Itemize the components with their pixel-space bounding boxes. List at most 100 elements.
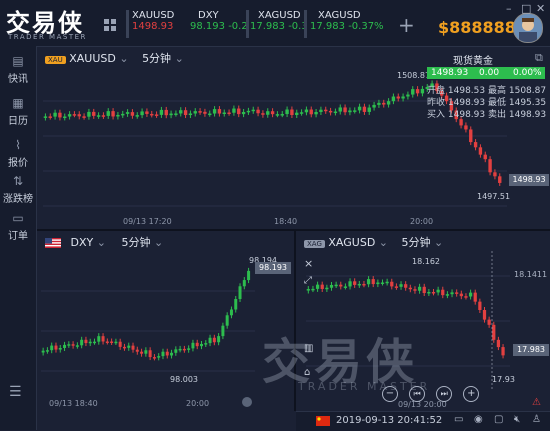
candle xyxy=(75,342,79,349)
candle xyxy=(483,151,487,163)
candle xyxy=(53,109,57,120)
candle xyxy=(422,283,426,297)
sidebar-item-ranking[interactable]: ⇅ 涨跌榜 xyxy=(0,174,36,205)
news-icon: ▤ xyxy=(12,54,24,68)
candle xyxy=(266,108,270,118)
candle xyxy=(225,312,229,329)
candle xyxy=(314,109,318,118)
candle xyxy=(315,281,320,292)
ranking-icon: ⇅ xyxy=(12,174,24,188)
ticker-divider xyxy=(126,10,129,38)
app-logo-subtitle: TRADER MASTER xyxy=(8,33,87,41)
ticker-symbol: XAGUSD xyxy=(258,10,301,21)
candle xyxy=(468,289,473,300)
info-label: 卖出 xyxy=(487,110,506,120)
ticker-xagusd[interactable]: XAGUSD 17.983 -0.3 xyxy=(250,10,308,40)
mute-icon[interactable]: 🔇︎ xyxy=(514,414,520,425)
candle xyxy=(247,267,251,284)
candle xyxy=(131,342,135,353)
candle xyxy=(221,322,225,340)
time-label: 20:00 xyxy=(410,217,434,226)
candle xyxy=(93,338,96,345)
menu-icon[interactable]: ☰ xyxy=(9,384,22,400)
forward-button[interactable]: ⏭ xyxy=(436,386,453,402)
candle xyxy=(270,108,275,118)
candle xyxy=(161,348,165,360)
candle xyxy=(339,281,343,290)
candle xyxy=(127,342,131,351)
candle xyxy=(427,288,431,297)
sidebar-item-calendar[interactable]: ▦ 日历 xyxy=(0,96,36,127)
candle xyxy=(325,284,329,292)
sidebar-item-quotes[interactable]: ⌇ 报价 xyxy=(0,138,36,169)
candle xyxy=(242,277,246,290)
ticker-change: -0.2 xyxy=(228,21,248,32)
sidebar-item-label: 报价 xyxy=(8,158,28,169)
avatar-icon xyxy=(519,18,537,42)
camera-icon[interactable]: ◉ xyxy=(474,414,483,425)
candle xyxy=(178,345,182,353)
zoom-in-button[interactable]: + xyxy=(463,386,480,402)
minimize-button[interactable]: – xyxy=(506,2,512,15)
info-pct: 0.00% xyxy=(513,68,542,78)
ticker-xauusd[interactable]: XAUUSD 1498.93 xyxy=(132,10,174,40)
window-icon[interactable]: ▢ xyxy=(494,414,503,425)
maximize-button[interactable]: □ xyxy=(521,2,531,15)
sidebar-item-news[interactable]: ▤ 快讯 xyxy=(0,54,36,85)
candle xyxy=(121,110,125,118)
candle xyxy=(43,113,48,121)
candle xyxy=(394,283,399,290)
info-label: 买入 xyxy=(427,110,446,120)
candle xyxy=(408,284,412,293)
candle xyxy=(362,103,367,115)
candle xyxy=(110,338,114,345)
candle xyxy=(372,101,376,111)
candle xyxy=(501,344,505,359)
candle xyxy=(238,283,242,303)
candle xyxy=(473,139,478,151)
candle xyxy=(404,281,408,291)
grid-menu-icon[interactable] xyxy=(104,19,116,31)
candle xyxy=(92,108,96,119)
scroll-dot[interactable] xyxy=(242,397,252,407)
candle xyxy=(324,106,328,114)
candle xyxy=(195,339,199,350)
candle xyxy=(101,112,106,119)
candle xyxy=(415,86,420,97)
user-avatar[interactable] xyxy=(513,13,543,43)
candle xyxy=(97,333,101,345)
candle xyxy=(82,113,86,120)
ticker-price: 1498.93 xyxy=(132,21,174,32)
info-change: 0.00 xyxy=(479,68,500,78)
layout-icon[interactable]: ▭ xyxy=(454,414,463,425)
popout-icon[interactable]: ⧉ xyxy=(535,51,543,65)
candle xyxy=(391,93,396,105)
low-price-label: 1497.51 xyxy=(477,192,511,201)
candle xyxy=(63,113,67,121)
ticker-xagusd-2[interactable]: XAGUSD 17.983 -0.37% xyxy=(310,10,384,40)
current-price-tag: 17.983 xyxy=(513,344,549,356)
user-icon[interactable]: ♙ xyxy=(532,414,541,425)
candle xyxy=(246,107,251,115)
status-bar: 2019-09-13 20:41:52 ▭ ◉ ▢ 🔇︎ ♙ xyxy=(296,411,550,431)
candle xyxy=(63,341,67,351)
ticker-change: -0.37% xyxy=(348,21,384,32)
ticker-dxy[interactable]: DXY 98.193 -0.2 xyxy=(190,10,248,40)
candle xyxy=(285,106,289,118)
candle xyxy=(88,338,92,347)
sidebar-item-orders[interactable]: ▭ 订单 xyxy=(0,211,36,242)
candle xyxy=(145,108,149,117)
add-ticker-button[interactable]: + xyxy=(398,13,415,37)
candle xyxy=(227,109,231,116)
candle xyxy=(464,122,468,133)
left-sidebar: ▤ 快讯 ▦ 日历 ⌇ 报价 ⇅ 涨跌榜 ▭ 订单 ☰ xyxy=(0,46,37,430)
candle xyxy=(348,107,352,116)
candle xyxy=(154,111,159,118)
candle xyxy=(58,109,62,121)
close-button[interactable]: ✕ xyxy=(536,2,545,15)
candle xyxy=(111,108,115,120)
candle xyxy=(399,281,403,290)
candle xyxy=(45,347,49,354)
alert-icon[interactable]: ⚠ xyxy=(532,397,541,408)
quote-icon: ⌇ xyxy=(15,138,21,152)
